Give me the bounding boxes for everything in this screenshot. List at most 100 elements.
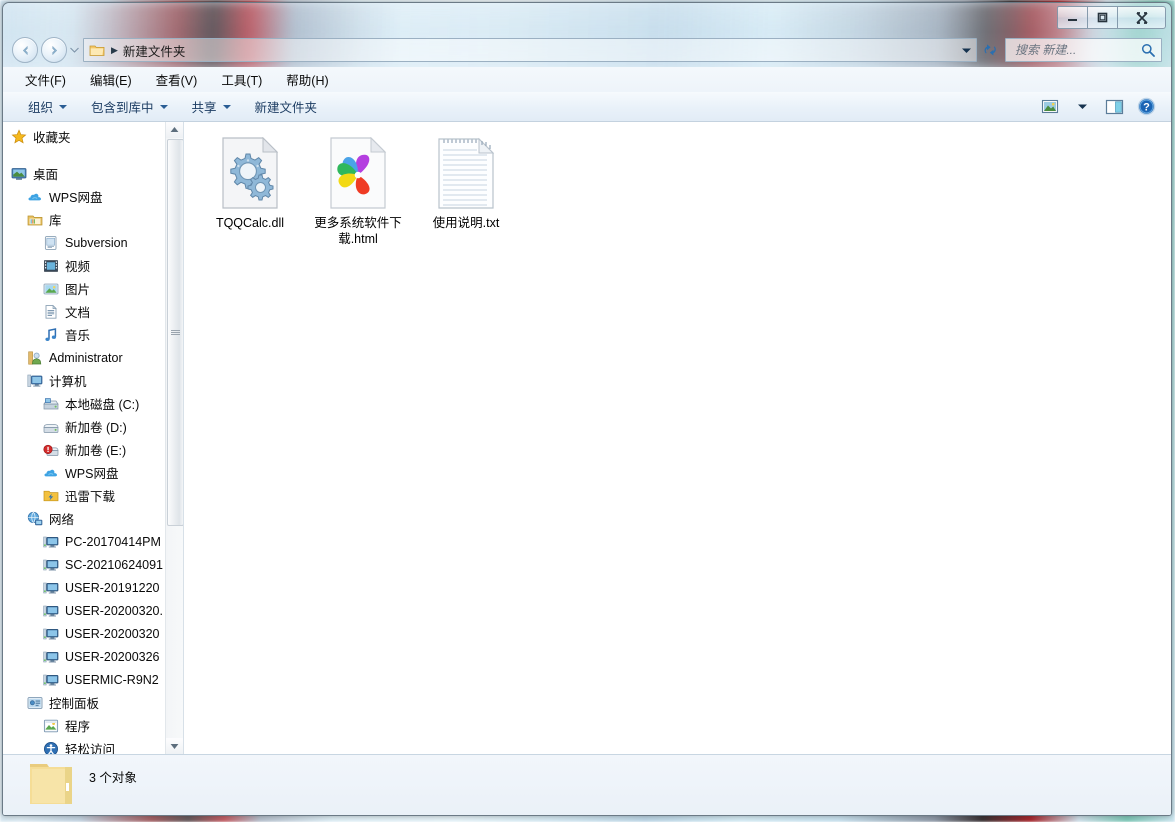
- address-bar-row: ▶ 新建文件夹: [3, 34, 1171, 66]
- star-icon: [11, 128, 27, 145]
- back-button[interactable]: [12, 37, 38, 63]
- txt-file-icon: [434, 135, 498, 211]
- nav-computer[interactable]: 计算机: [3, 369, 169, 392]
- nav-item-label: USER-20200320: [65, 626, 160, 641]
- nav-drive-d[interactable]: 新加卷 (D:): [3, 415, 169, 438]
- nav-item-label: USERMIC-R9N2: [65, 672, 159, 687]
- scroll-down-button[interactable]: [166, 738, 183, 755]
- nav-thunder-download[interactable]: 迅雷下载: [3, 484, 169, 507]
- nav-wps-cloud-2[interactable]: WPS网盘: [3, 461, 169, 484]
- nav-control-panel[interactable]: 控制面板: [3, 691, 169, 714]
- nav-favorites[interactable]: 收藏夹: [3, 125, 169, 148]
- close-icon: [1135, 11, 1148, 24]
- preview-pane-icon[interactable]: [1099, 95, 1129, 119]
- file-item[interactable]: 使用说明.txt: [414, 135, 518, 247]
- nav-item-label: 迅雷下载: [65, 490, 116, 504]
- history-dropdown-button[interactable]: [67, 38, 81, 62]
- computer-node-icon: [43, 534, 59, 550]
- search-box[interactable]: [1005, 38, 1162, 62]
- nav-pictures[interactable]: 图片: [3, 277, 169, 300]
- menu-tools[interactable]: 工具(T): [211, 68, 272, 91]
- file-item[interactable]: 更多系统软件下载.html: [306, 135, 410, 247]
- organize-button[interactable]: 组织: [19, 94, 76, 119]
- address-dropdown-button[interactable]: [961, 39, 972, 61]
- view-options-icon[interactable]: [1035, 95, 1065, 119]
- file-list-view[interactable]: TQQCalc.dll 更多系统软件下载.html 使用说明.txt: [184, 121, 1171, 755]
- caret-down-icon: [59, 104, 68, 109]
- nav-item-label: SC-20210624091: [65, 557, 163, 572]
- scrollbar-thumb[interactable]: [167, 139, 183, 526]
- thunder-download-icon: [43, 488, 59, 504]
- nav-desktop[interactable]: 桌面: [3, 162, 169, 185]
- nav-user-20200326[interactable]: USER-20200326: [3, 645, 169, 668]
- close-button[interactable]: [1118, 6, 1166, 29]
- search-icon[interactable]: [1141, 43, 1155, 57]
- refresh-button[interactable]: [977, 38, 1003, 62]
- share-button[interactable]: 共享: [183, 94, 240, 119]
- nav-user-20191220[interactable]: USER-20191220: [3, 576, 169, 599]
- new-folder-label: 新建文件夹: [254, 101, 318, 115]
- organize-label: 组织: [28, 101, 54, 115]
- scroll-up-button[interactable]: [166, 121, 183, 138]
- control-panel-icon: [27, 695, 43, 711]
- minimize-icon: [1068, 19, 1077, 21]
- nav-item-label: USER-20200326: [65, 649, 160, 664]
- include-in-library-button[interactable]: 包含到库中: [82, 94, 177, 119]
- nav-sc-20210624091[interactable]: SC-20210624091: [3, 553, 169, 576]
- menu-edit[interactable]: 编辑(E): [80, 68, 142, 91]
- nav-wps-cloud[interactable]: WPS网盘: [3, 185, 169, 208]
- view-dropdown-caret-icon[interactable]: [1067, 95, 1097, 119]
- explorer-window: ▶ 新建文件夹 文件(F): [2, 2, 1172, 816]
- menu-view[interactable]: 查看(V): [146, 68, 208, 91]
- html-pinwheel-file-icon: [326, 135, 390, 211]
- folder-icon: [89, 43, 105, 57]
- nav-item-label: WPS网盘: [65, 467, 119, 481]
- forward-button[interactable]: [41, 37, 67, 63]
- nav-subversion[interactable]: Subversion: [3, 231, 169, 254]
- scroll-down-icon: [170, 744, 179, 749]
- navigation-scrollbar[interactable]: [165, 121, 183, 755]
- nav-item-label: 新加卷 (D:): [65, 421, 127, 435]
- nav-user-20200320b[interactable]: USER-20200320: [3, 622, 169, 645]
- nav-network[interactable]: 网络: [3, 507, 169, 530]
- nav-drive-c[interactable]: 本地磁盘 (C:): [3, 392, 169, 415]
- nav-usermic-r9n2[interactable]: USERMIC-R9N2: [3, 668, 169, 691]
- computer-node-icon: [43, 603, 59, 619]
- nav-item-label: 桌面: [33, 168, 59, 182]
- menu-file[interactable]: 文件(F): [15, 68, 76, 91]
- file-item[interactable]: TQQCalc.dll: [198, 135, 302, 247]
- nav-user-20200320a[interactable]: USER-20200320.: [3, 599, 169, 622]
- system-drive-icon: [43, 396, 59, 412]
- search-input[interactable]: [1013, 42, 1127, 58]
- caret-down-icon: [159, 104, 168, 109]
- nav-music[interactable]: 音乐: [3, 323, 169, 346]
- ease-of-access-icon: [43, 741, 59, 755]
- nav-programs[interactable]: 程序: [3, 714, 169, 737]
- status-bar: 3 个对象: [3, 754, 1171, 815]
- nav-drive-e[interactable]: 新加卷 (E:): [3, 438, 169, 461]
- nav-ease-of-access[interactable]: 轻松访问: [3, 737, 169, 755]
- nav-item-label: 收藏夹: [33, 131, 71, 145]
- help-icon[interactable]: ?: [1131, 95, 1161, 119]
- nav-documents[interactable]: 文档: [3, 300, 169, 323]
- nav-pc-20170414pm[interactable]: PC-20170414PM: [3, 530, 169, 553]
- nav-videos[interactable]: 视频: [3, 254, 169, 277]
- command-bar: 组织 包含到库中 共享 新建文件夹 ?: [3, 92, 1171, 122]
- nav-administrator[interactable]: Administrator: [3, 346, 169, 369]
- breadcrumb-current[interactable]: 新建文件夹: [123, 41, 186, 60]
- minimize-button[interactable]: [1057, 6, 1088, 29]
- new-folder-button[interactable]: 新建文件夹: [246, 94, 327, 119]
- nav-item-label: Subversion: [65, 235, 128, 250]
- user-icon: [27, 350, 43, 366]
- nav-item-label: 轻松访问: [65, 743, 116, 755]
- file-name-label: TQQCalc.dll: [215, 216, 285, 230]
- nav-libraries[interactable]: 库: [3, 208, 169, 231]
- address-box[interactable]: ▶ 新建文件夹: [83, 38, 977, 62]
- maximize-button[interactable]: [1088, 6, 1118, 29]
- folder-large-icon: [25, 759, 77, 812]
- nav-item-label: 本地磁盘 (C:): [65, 398, 140, 412]
- nav-item-label: USER-20200320.: [65, 603, 163, 618]
- menu-help[interactable]: 帮助(H): [276, 68, 338, 91]
- nav-item-label: 网络: [49, 513, 75, 527]
- include-in-library-label: 包含到库中: [91, 101, 154, 115]
